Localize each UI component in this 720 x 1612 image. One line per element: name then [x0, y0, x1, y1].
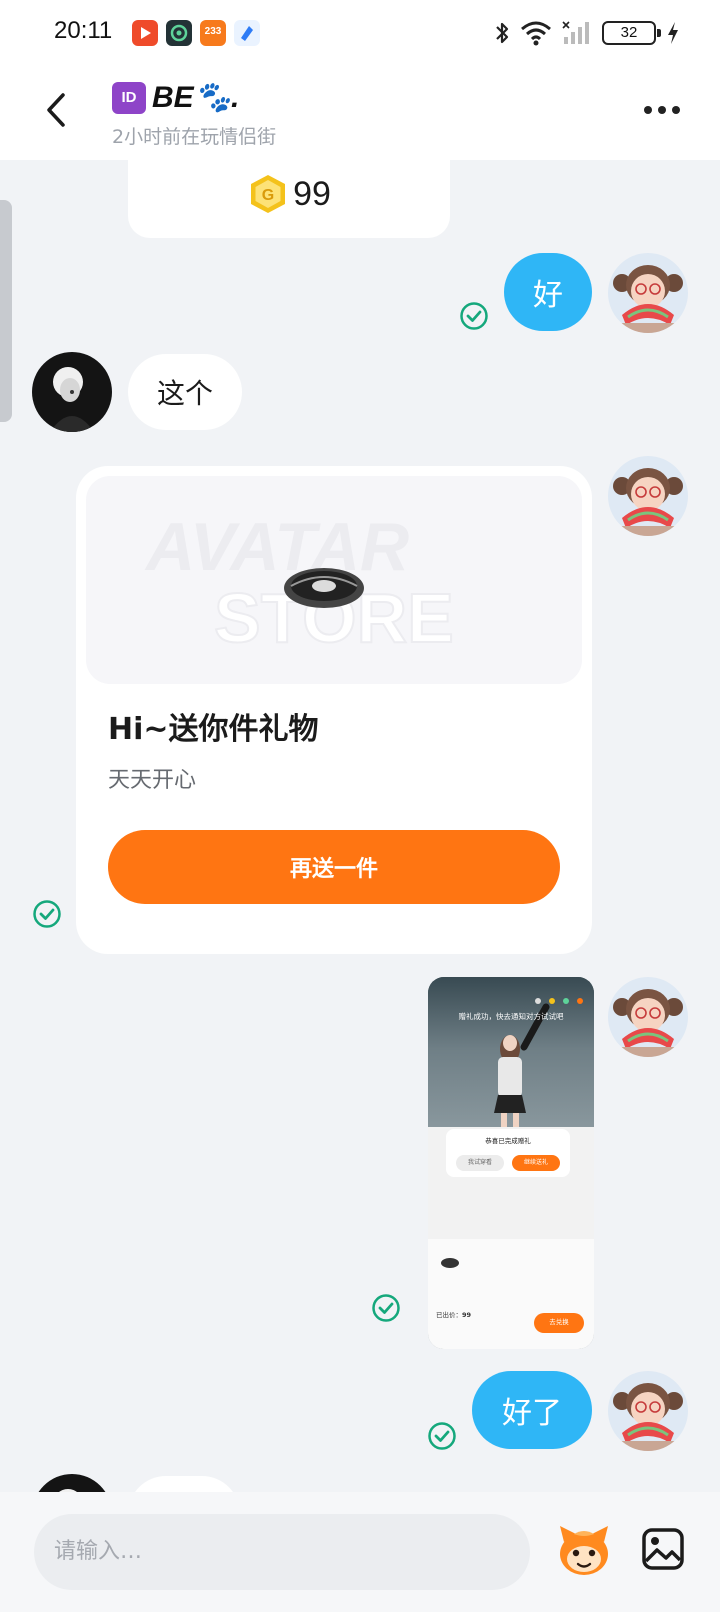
gift-subtitle: 天天开心	[108, 768, 197, 793]
contact-avatar[interactable]	[32, 352, 112, 432]
shot-price-label: 已出价：	[436, 1311, 462, 1319]
gold-coin-icon: G	[251, 175, 286, 213]
status-bar: 20:11 233 32	[0, 0, 720, 64]
status-time: 20:11	[54, 17, 113, 44]
game-box-icon	[166, 20, 192, 46]
svg-text:AVATAR: AVATAR	[144, 509, 409, 585]
dot-icon	[644, 106, 652, 114]
shot-price-row: 已出价：99	[436, 1309, 471, 1319]
shot-dialog-left: 我试穿看	[456, 1155, 504, 1171]
app-233-icon: 233	[200, 20, 226, 46]
video-app-icon	[132, 20, 158, 46]
gift-title: Hi~送你件礼物	[108, 712, 319, 747]
back-button[interactable]	[34, 88, 78, 132]
contact-avatar[interactable]	[32, 1474, 112, 1492]
contact-name: BE🐾.	[152, 81, 240, 114]
dot-icon	[658, 106, 666, 114]
read-check-icon	[428, 1422, 456, 1450]
bluetooth-icon	[496, 22, 509, 44]
contact-status: 2小时前在玩情侣街	[112, 126, 277, 148]
blue-app-icon	[234, 20, 260, 46]
chevron-left-icon	[47, 93, 65, 127]
svg-text:G: G	[262, 187, 274, 204]
signal-icon	[562, 21, 589, 44]
screenshot-image-message[interactable]: 赠礼成功，快去通知对方试试吧 恭喜已完成赠礼 我试穿看 继续送礼 已出价：99 …	[428, 977, 594, 1349]
incoming-message-bubble[interactable]: 这个	[128, 354, 242, 430]
mascot-face-icon	[560, 1526, 608, 1575]
shot-dialog-title: 恭喜已完成赠礼	[485, 1137, 531, 1145]
read-check-icon	[372, 1294, 400, 1322]
dot-icon	[672, 106, 680, 114]
more-options-button[interactable]	[640, 98, 684, 122]
message-input[interactable]	[34, 1514, 530, 1590]
shot-price-value: 99	[462, 1311, 472, 1319]
wifi-icon	[521, 21, 551, 46]
my-avatar[interactable]	[608, 253, 688, 333]
chat-messages[interactable]: G 99 好 这个 AVATAR STORE Hi~送你件礼物 天天开心 再送一…	[0, 160, 720, 1492]
outgoing-message-bubble[interactable]: 好	[504, 253, 592, 331]
my-avatar[interactable]	[608, 977, 688, 1057]
message-input-bar	[0, 1492, 720, 1612]
battery-indicator: 32	[602, 21, 661, 45]
outgoing-message-bubble[interactable]: 好了	[472, 1371, 592, 1449]
read-check-icon	[460, 302, 488, 330]
shot-confirm: 去兑换	[549, 1318, 569, 1326]
send-again-button[interactable]: 再送一件	[108, 830, 560, 904]
chat-header: ID BE🐾. 2小时前在玩情侣街	[0, 64, 720, 160]
contact-title: ID BE🐾.	[112, 80, 239, 115]
id-badge: ID	[112, 81, 146, 114]
shot-dialog-right: 继续送礼	[512, 1155, 560, 1171]
shot-dialog: 恭喜已完成赠礼 我试穿看 继续送礼	[446, 1129, 570, 1177]
charging-icon	[668, 22, 678, 44]
avatar-store-banner: AVATAR STORE	[86, 476, 582, 684]
side-scroll-handle[interactable]	[0, 200, 12, 422]
coin-message-card[interactable]: G 99	[128, 160, 450, 238]
incoming-message-bubble[interactable]	[128, 1476, 240, 1492]
emoji-mascot-button[interactable]	[556, 1522, 612, 1578]
status-right-group: 32	[494, 18, 680, 48]
coin-amount: 99	[293, 174, 331, 213]
my-avatar[interactable]	[608, 1371, 688, 1451]
read-check-icon	[33, 900, 61, 928]
shot-banner: 赠礼成功，快去通知对方试试吧	[458, 1012, 564, 1021]
gift-message-card[interactable]: AVATAR STORE Hi~送你件礼物 天天开心 再送一件	[76, 466, 592, 954]
image-icon	[642, 1528, 684, 1570]
app-233-label: 233	[204, 26, 222, 37]
image-picker-button[interactable]	[640, 1526, 686, 1572]
my-avatar[interactable]	[608, 456, 688, 536]
